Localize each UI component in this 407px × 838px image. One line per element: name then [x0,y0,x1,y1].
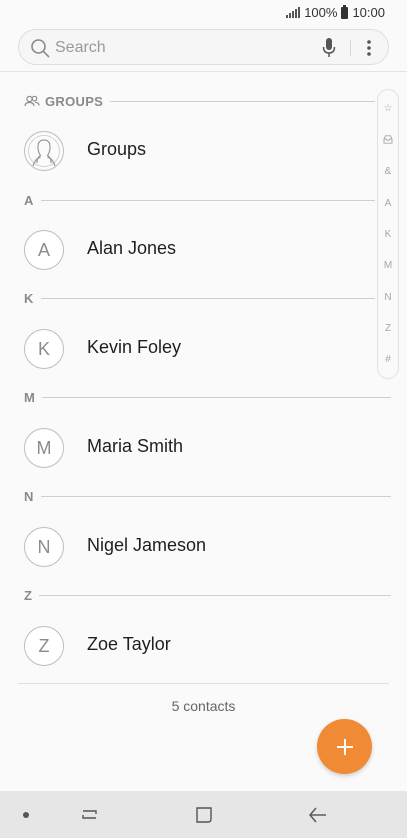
list-item-contact[interactable]: N Nigel Jameson [0,527,375,587]
footer-divider [18,683,389,684]
list-item-contact[interactable]: A Alan Jones [0,230,375,290]
section-divider [39,594,391,596]
signal-icon [286,7,301,18]
list-item-contact[interactable]: M Maria Smith [0,428,375,488]
avatar: N [24,527,64,567]
search-divider [350,40,351,56]
search-bar[interactable]: Search [18,29,389,65]
person-silhouette-icon [28,135,60,167]
nav-indicator-dot [23,812,29,818]
section-divider [40,297,375,299]
section-header-label: Z [24,587,33,603]
index-item-m[interactable]: M [378,260,398,271]
index-item-z[interactable]: Z [378,323,398,334]
section-header-z: Z [24,587,391,603]
battery-icon [341,4,349,19]
top-divider [0,71,407,72]
more-vertical-icon[interactable] [359,36,379,60]
index-item-favorites[interactable]: ☆ [378,103,398,114]
avatar: Z [24,626,64,666]
list-item-groups[interactable]: Groups [0,131,375,191]
list-item-name: Groups [87,139,147,159]
avatar: M [24,428,64,468]
status-indicators: 100% 10:00 [286,4,385,20]
section-header-m: M [24,389,391,405]
index-scroller[interactable]: ☆ & A K M N Z # [377,89,399,379]
avatar [24,131,64,171]
index-item-k[interactable]: K [378,229,398,240]
section-header-label: GROUPS [45,93,104,109]
contact-name: Zoe Taylor [87,634,171,654]
section-header-label: N [24,488,34,504]
index-item-hash[interactable]: # [378,354,398,365]
contact-name: Alan Jones [87,238,177,258]
list-item-contact[interactable]: Z Zoe Taylor [0,626,375,686]
section-divider [110,100,375,102]
section-header-label: M [24,389,36,405]
section-header-k: K [24,290,375,306]
section-header-a: A [24,192,375,208]
add-contact-button[interactable] [317,719,372,774]
index-item-a[interactable]: A [378,198,398,209]
contact-name: Kevin Foley [87,337,182,357]
section-header-groups: GROUPS [24,93,375,109]
contact-name: Maria Smith [87,436,184,456]
avatar: A [24,230,64,270]
section-divider [40,199,375,201]
section-header-label: A [24,192,34,208]
section-header-n: N [24,488,391,504]
battery-percent: 100% [304,5,338,20]
index-item-n[interactable]: N [378,292,398,303]
navigation-bar [0,791,407,838]
avatar: K [24,329,64,369]
mic-icon[interactable] [321,37,337,59]
contacts-count: 5 contacts [171,698,236,714]
section-divider [42,396,391,398]
groups-icon [24,95,40,107]
section-divider [40,495,391,497]
back-arrow-icon[interactable] [308,806,328,824]
home-icon[interactable] [195,806,213,824]
plus-icon [336,738,353,755]
index-item-ampersand[interactable]: & [378,166,398,177]
tray-icon[interactable] [383,135,393,144]
search-icon [31,39,50,58]
contact-name: Nigel Jameson [87,535,207,555]
search-input[interactable]: Search [55,39,106,57]
recent-apps-icon[interactable] [81,806,99,824]
status-bar: 100% 10:00 [0,0,407,26]
section-header-label: K [24,290,34,306]
status-time: 10:00 [352,5,385,20]
list-item-contact[interactable]: K Kevin Foley [0,329,375,389]
